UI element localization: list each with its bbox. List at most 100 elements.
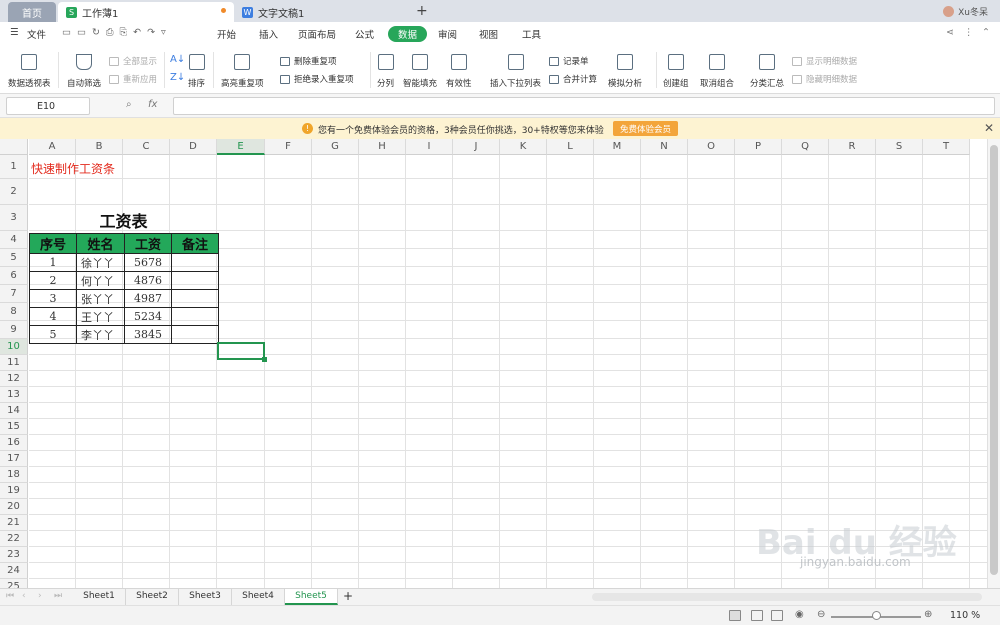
row-header-7[interactable]: 7 <box>0 285 28 303</box>
cell-note[interactable] <box>171 271 219 290</box>
sheet-tab-5[interactable]: Sheet5 <box>285 589 338 605</box>
zoom-slider-knob[interactable] <box>872 611 881 620</box>
cell-note[interactable] <box>171 289 219 308</box>
next-sheet-icon[interactable]: › <box>38 591 42 601</box>
row-header-4[interactable]: 4 <box>0 231 28 249</box>
row-header-2[interactable]: 2 <box>0 179 28 205</box>
reject-duplicates-button[interactable]: 拒绝录入重复项 <box>280 73 354 85</box>
sheet-tab-4[interactable]: Sheet4 <box>232 589 285 605</box>
cell-salary[interactable]: 3845 <box>124 325 172 344</box>
row-header-25[interactable]: 25 <box>0 579 28 588</box>
column-header-n[interactable]: N <box>641 139 688 155</box>
eye-protection-icon[interactable]: ◉ <box>795 609 804 620</box>
user-account[interactable]: Xu冬呆 <box>943 5 988 18</box>
vertical-scrollbar[interactable] <box>987 139 1000 588</box>
row-header-10[interactable]: 10 <box>0 339 28 355</box>
row-header-15[interactable]: 15 <box>0 419 28 435</box>
cell-index[interactable]: 1 <box>29 253 77 272</box>
tab-document[interactable]: W 文字文稿1 <box>238 2 408 22</box>
header-name[interactable]: 姓名 <box>76 233 125 254</box>
cell-salary[interactable]: 4876 <box>124 271 172 290</box>
column-header-h[interactable]: H <box>359 139 406 155</box>
row-header-14[interactable]: 14 <box>0 403 28 419</box>
sort-button[interactable]: 排序 <box>188 52 205 89</box>
cell-index[interactable]: 4 <box>29 307 77 326</box>
quick-access-toolbar[interactable]: ▭▭↻⎙⎘↶↷▿ <box>62 27 172 38</box>
consolidate-button[interactable]: 合并计算 <box>549 73 597 85</box>
row-header-21[interactable]: 21 <box>0 515 28 531</box>
first-sheet-icon[interactable]: ⏮ <box>6 591 14 601</box>
column-header-s[interactable]: S <box>876 139 923 155</box>
column-header-j[interactable]: J <box>453 139 500 155</box>
column-header-l[interactable]: L <box>547 139 594 155</box>
close-icon[interactable]: ✕ <box>984 121 994 135</box>
cell-salary[interactable]: 4987 <box>124 289 172 308</box>
insert-dropdown-list-button[interactable]: 插入下拉列表 <box>490 52 541 89</box>
row-header-18[interactable]: 18 <box>0 467 28 483</box>
cell-index[interactable]: 2 <box>29 271 77 290</box>
cell-name[interactable]: 徐丫丫 <box>76 253 125 272</box>
row-header-23[interactable]: 23 <box>0 547 28 563</box>
menu-data[interactable]: 数据 <box>388 26 428 42</box>
row-header-5[interactable]: 5 <box>0 249 28 267</box>
cell-salary[interactable]: 5678 <box>124 253 172 272</box>
tab-home[interactable]: 首页 <box>8 2 56 22</box>
row-header-11[interactable]: 11 <box>0 355 28 371</box>
sheet-tab-2[interactable]: Sheet2 <box>126 589 179 605</box>
fill-handle[interactable] <box>262 357 267 362</box>
column-header-k[interactable]: K <box>500 139 547 155</box>
create-group-button[interactable]: 创建组 <box>663 52 689 89</box>
sort-descending-icon[interactable]: Z↓ <box>170 72 185 83</box>
row-header-24[interactable]: 24 <box>0 563 28 579</box>
menu-icon[interactable]: ☰ <box>10 27 19 38</box>
prev-sheet-icon[interactable]: ‹ <box>22 591 26 601</box>
collapse-ribbon-icon[interactable]: ⌃ <box>982 27 990 38</box>
validity-button[interactable]: 有效性 <box>446 52 472 89</box>
column-header-b[interactable]: B <box>76 139 123 155</box>
column-header-e[interactable]: E <box>217 139 265 155</box>
row-header-20[interactable]: 20 <box>0 499 28 515</box>
zoom-in-icon[interactable]: ⊕ <box>924 609 932 620</box>
show-detail-button[interactable]: 显示明细数据 <box>792 55 857 67</box>
cell-note[interactable] <box>171 253 219 272</box>
menu-file[interactable]: 文件 <box>27 27 46 41</box>
reapply-button[interactable]: 重新应用 <box>109 73 157 85</box>
vertical-scroll-thumb[interactable] <box>990 145 998 575</box>
cell-a1[interactable]: 快速制作工资条 <box>31 160 115 177</box>
subtotal-button[interactable]: 分类汇总 <box>750 52 784 89</box>
free-trial-button[interactable]: 免费体验会员 <box>613 121 679 136</box>
menu-insert[interactable]: 插入 <box>259 27 278 41</box>
smart-fill-button[interactable]: 智能填充 <box>403 52 437 89</box>
menu-start[interactable]: 开始 <box>217 27 236 41</box>
name-box[interactable]: E10 <box>6 97 90 115</box>
split-column-button[interactable]: 分列 <box>377 52 394 89</box>
column-header-t[interactable]: T <box>923 139 970 155</box>
what-if-analysis-button[interactable]: 模拟分析 <box>608 52 642 89</box>
cell-index[interactable]: 3 <box>29 289 77 308</box>
pivot-table-button[interactable]: 数据透视表 <box>8 52 51 89</box>
row-header-17[interactable]: 17 <box>0 451 28 467</box>
column-header-d[interactable]: D <box>170 139 217 155</box>
menu-review[interactable]: 审阅 <box>438 27 457 41</box>
row-header-12[interactable]: 12 <box>0 371 28 387</box>
formula-input[interactable] <box>173 97 995 115</box>
cell-salary[interactable]: 5234 <box>124 307 172 326</box>
hide-detail-button[interactable]: 隐藏明细数据 <box>792 73 857 85</box>
header-note[interactable]: 备注 <box>171 233 219 254</box>
row-header-1[interactable]: 1 <box>0 155 28 179</box>
row-header-3[interactable]: 3 <box>0 205 28 231</box>
menu-tools[interactable]: 工具 <box>522 27 541 41</box>
cell-name[interactable]: 何丫丫 <box>76 271 125 290</box>
new-tab-button[interactable]: + <box>416 3 428 19</box>
sort-ascending-icon[interactable]: A↓ <box>170 54 185 65</box>
row-header-13[interactable]: 13 <box>0 387 28 403</box>
column-header-m[interactable]: M <box>594 139 641 155</box>
column-header-f[interactable]: F <box>265 139 312 155</box>
row-header-16[interactable]: 16 <box>0 435 28 451</box>
row-header-6[interactable]: 6 <box>0 267 28 285</box>
find-icon[interactable]: ⌕ <box>126 99 132 110</box>
sheet-tab-3[interactable]: Sheet3 <box>179 589 232 605</box>
zoom-level[interactable]: 110 % <box>950 610 980 621</box>
row-header-22[interactable]: 22 <box>0 531 28 547</box>
record-sheet-button[interactable]: 记录单 <box>549 55 589 67</box>
